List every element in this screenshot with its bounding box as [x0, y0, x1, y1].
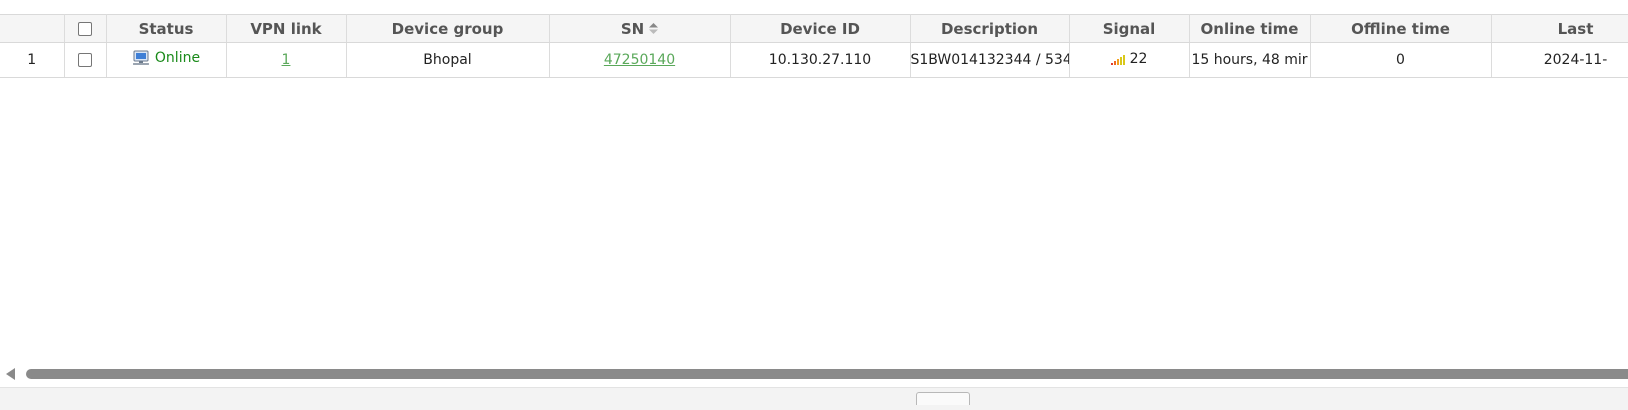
device-list-viewport: Status VPN link Device group SN Device I… — [0, 0, 1628, 410]
device-table: Status VPN link Device group SN Device I… — [0, 14, 1628, 78]
bottom-handle[interactable] — [916, 392, 970, 405]
last-cell: 2024-11- — [1491, 42, 1628, 78]
sn-cell: 47250140 — [549, 42, 731, 78]
status-text: Online — [154, 50, 201, 66]
header-online-time[interactable]: Online time — [1189, 14, 1311, 43]
signal-bars-icon — [1110, 55, 1125, 65]
scroll-left-arrow-icon[interactable] — [6, 368, 15, 380]
row-number: 1 — [0, 42, 65, 78]
header-device-id[interactable]: Device ID — [730, 14, 911, 43]
device-group-cell: Bhopal — [346, 42, 550, 78]
sort-icon[interactable] — [649, 23, 659, 34]
row-select-cell — [64, 42, 107, 78]
header-device-group[interactable]: Device group — [346, 14, 550, 43]
online-time-cell: 15 hours, 48 mir — [1189, 42, 1311, 78]
device-id-cell: 10.130.27.110 — [730, 42, 911, 78]
top-strip — [0, 0, 1628, 14]
header-status[interactable]: Status — [106, 14, 227, 43]
horizontal-scrollbar[interactable] — [0, 365, 1628, 383]
offline-time-cell: 0 — [1310, 42, 1492, 78]
header-signal[interactable]: Signal — [1069, 14, 1190, 43]
scroll-thumb[interactable] — [26, 369, 1628, 379]
header-rownum — [0, 14, 65, 43]
vpn-link-cell: 1 — [226, 42, 347, 78]
select-all-checkbox[interactable] — [78, 22, 92, 36]
header-select — [64, 14, 107, 43]
header-description[interactable]: Description — [910, 14, 1070, 43]
status-cell: Online — [106, 42, 227, 78]
row-checkbox[interactable] — [78, 53, 92, 67]
vpn-link[interactable]: 1 — [282, 52, 291, 68]
description-cell: S1BW014132344 / 534 — [910, 42, 1070, 78]
table-row[interactable]: 1 Online 1 Bhopal 47250140 10.130.27.110… — [0, 42, 1628, 78]
header-last[interactable]: Last — [1491, 14, 1628, 43]
table-header-row: Status VPN link Device group SN Device I… — [0, 14, 1628, 43]
computer-monitor-icon — [132, 50, 149, 65]
sn-link[interactable]: 47250140 — [604, 52, 675, 68]
signal-cell: 22 — [1069, 42, 1190, 78]
header-vpn-link[interactable]: VPN link — [226, 14, 347, 43]
bottom-bar — [0, 387, 1628, 410]
header-offline-time[interactable]: Offline time — [1310, 14, 1492, 43]
header-sn-label: SN — [620, 19, 645, 38]
signal-value: 22 — [1129, 51, 1148, 67]
header-sn[interactable]: SN — [549, 14, 731, 43]
